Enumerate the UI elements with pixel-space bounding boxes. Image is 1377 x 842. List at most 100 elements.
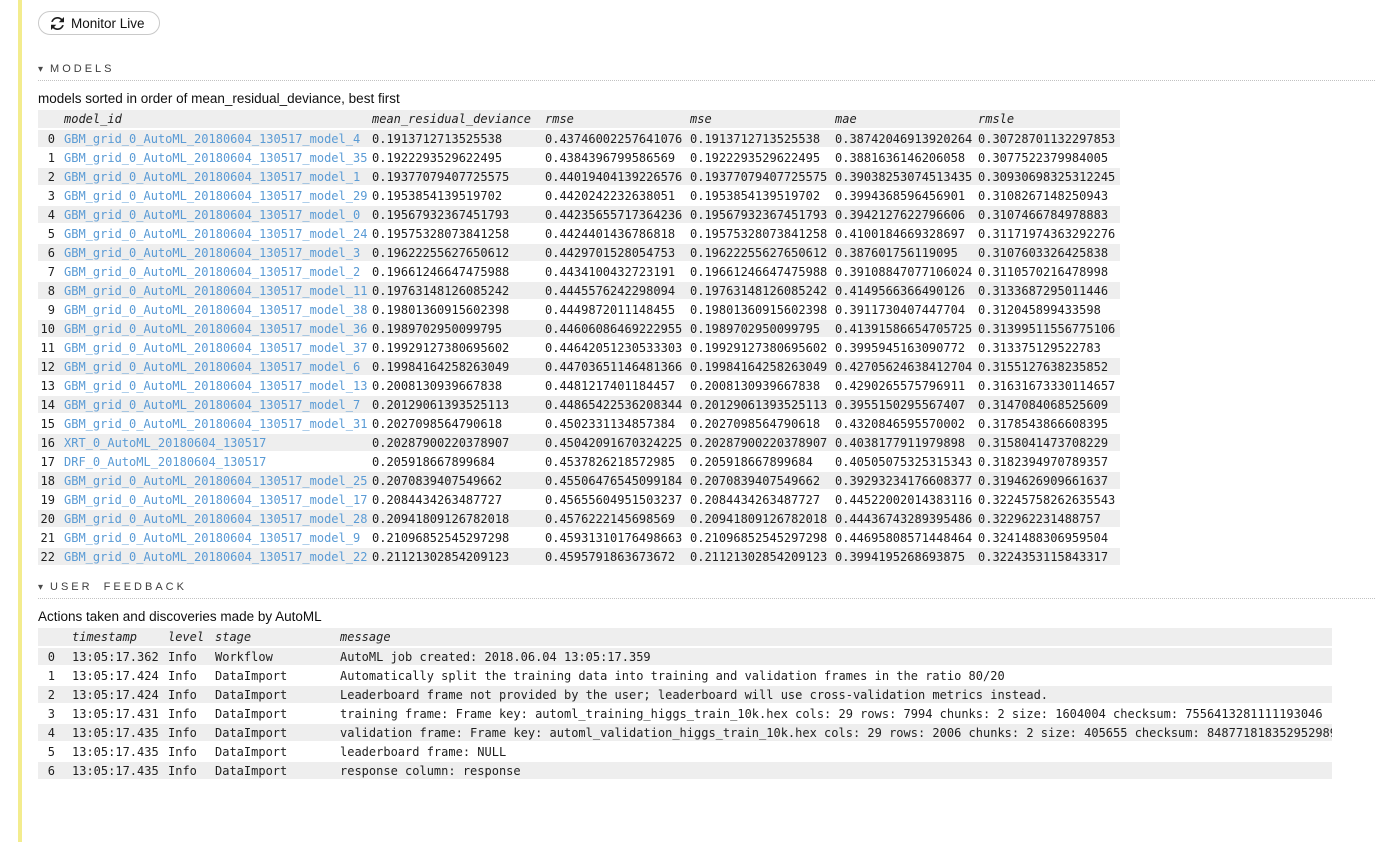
model-id-link[interactable]: GBM_grid_0_AutoML_20180604_130517_model_…: [64, 319, 372, 339]
row-index: 4: [38, 205, 64, 225]
mse-value: 0.1922293529622495: [690, 148, 835, 168]
mean-residual-deviance-value: 0.19984164258263049: [372, 357, 545, 377]
cell-highlight-bar: [18, 0, 22, 842]
model-id-link[interactable]: XRT_0_AutoML_20180604_130517: [64, 433, 372, 453]
timestamp-value: 13:05:17.435: [64, 761, 168, 781]
mse-value: 0.20287900220378907: [690, 433, 835, 453]
table-row: 5 GBM_grid_0_AutoML_20180604_130517_model…: [38, 224, 1120, 244]
mean-residual-deviance-value: 0.20129061393525113: [372, 395, 545, 415]
monitor-live-button[interactable]: Monitor Live: [38, 11, 160, 35]
row-index: 16: [38, 433, 64, 453]
rmsle-value: 0.30930698325312245: [978, 167, 1120, 187]
mae-value: 0.39293234176608377: [835, 471, 978, 491]
table-row: 13 GBM_grid_0_AutoML_20180604_130517_mode…: [38, 376, 1120, 396]
mse-value: 0.2008130939667838: [690, 376, 835, 396]
model-id-link[interactable]: GBM_grid_0_AutoML_20180604_130517_model_…: [64, 300, 372, 320]
mae-value: 0.4320846595570002: [835, 414, 978, 434]
table-row: 11 GBM_grid_0_AutoML_20180604_130517_mode…: [38, 338, 1120, 358]
table-row: 18 GBM_grid_0_AutoML_20180604_130517_mode…: [38, 471, 1120, 491]
models-section-title: MODELS: [50, 63, 115, 75]
rmsle-value: 0.3194626909661637: [978, 471, 1120, 491]
mse-value: 0.20941809126782018: [690, 509, 835, 529]
message-value: AutoML job created: 2018.06.04 13:05:17.…: [340, 647, 1332, 667]
model-id-link[interactable]: GBM_grid_0_AutoML_20180604_130517_model_…: [64, 205, 372, 225]
monitor-live-label: Monitor Live: [71, 15, 145, 31]
message-value: Leaderboard frame not provided by the us…: [340, 685, 1332, 705]
collapse-triangle-icon: ▾: [38, 63, 44, 75]
table-row: 15 GBM_grid_0_AutoML_20180604_130517_mode…: [38, 414, 1120, 434]
row-index: 19: [38, 490, 64, 510]
message-value: training frame: Frame key: automl_traini…: [340, 704, 1332, 724]
rmse-value: 0.4502331134857384: [545, 414, 690, 434]
row-index: 4: [38, 723, 64, 743]
mae-value: 0.3994368596456901: [835, 186, 978, 206]
stage-value: Workflow: [215, 647, 340, 667]
mean-residual-deviance-value: 0.20287900220378907: [372, 433, 545, 453]
flow-cell-content: Monitor Live ▾ MODELS models sorted in o…: [38, 0, 1375, 781]
model-id-link[interactable]: GBM_grid_0_AutoML_20180604_130517_model_…: [64, 338, 372, 358]
model-id-link[interactable]: GBM_grid_0_AutoML_20180604_130517_model_…: [64, 376, 372, 396]
table-row: 19 GBM_grid_0_AutoML_20180604_130517_mode…: [38, 490, 1120, 510]
models-leaderboard-table: model_id mean_residual_deviance rmse mse…: [38, 110, 1120, 567]
table-row: 14 GBM_grid_0_AutoML_20180604_130517_mode…: [38, 395, 1120, 415]
user-feedback-section-header[interactable]: ▾ USER FEEDBACK: [38, 581, 1375, 599]
model-id-link[interactable]: GBM_grid_0_AutoML_20180604_130517_model_…: [64, 224, 372, 244]
model-id-link[interactable]: GBM_grid_0_AutoML_20180604_130517_model_…: [64, 148, 372, 168]
mean-residual-deviance-value: 0.2008130939667838: [372, 376, 545, 396]
models-section-header[interactable]: ▾ MODELS: [38, 63, 1375, 81]
mean-residual-deviance-value: 0.19661246647475988: [372, 262, 545, 282]
table-row: 5 13:05:17.435 Info DataImport leaderboard f…: [38, 742, 1332, 762]
model-id-link[interactable]: GBM_grid_0_AutoML_20180604_130517_model_…: [64, 167, 372, 187]
rmsle-value: 0.31399511556775106: [978, 319, 1120, 339]
row-index: 10: [38, 319, 64, 339]
table-row: 17 DRF_0_AutoML_20180604_130517 0.20591866…: [38, 452, 1120, 472]
row-index: 12: [38, 357, 64, 377]
mse-value: 0.21121302854209123: [690, 547, 835, 567]
mse-value: 0.19929127380695602: [690, 338, 835, 358]
mae-value: 0.44436743289395486: [835, 509, 978, 529]
model-id-link[interactable]: GBM_grid_0_AutoML_20180604_130517_model_…: [64, 395, 372, 415]
model-id-link[interactable]: GBM_grid_0_AutoML_20180604_130517_model_…: [64, 414, 372, 434]
model-id-link[interactable]: GBM_grid_0_AutoML_20180604_130517_model_…: [64, 262, 372, 282]
mse-value: 0.2027098564790618: [690, 414, 835, 434]
rmsle-value: 0.3241488306959504: [978, 528, 1120, 548]
row-index: 22: [38, 547, 64, 567]
mae-value: 0.4290265575796911: [835, 376, 978, 396]
mse-value: 0.1913712713525538: [690, 129, 835, 149]
table-row: 3 13:05:17.431 Info DataImport training fram…: [38, 704, 1332, 724]
rmse-value: 0.4449872011148455: [545, 300, 690, 320]
row-index: 18: [38, 471, 64, 491]
model-id-link[interactable]: GBM_grid_0_AutoML_20180604_130517_model_…: [64, 357, 372, 377]
model-id-link[interactable]: GBM_grid_0_AutoML_20180604_130517_model_…: [64, 528, 372, 548]
table-row: 7 GBM_grid_0_AutoML_20180604_130517_model…: [38, 262, 1120, 282]
mse-value: 0.20129061393525113: [690, 395, 835, 415]
column-header-level: level: [168, 628, 215, 648]
table-row: 8 GBM_grid_0_AutoML_20180604_130517_model…: [38, 281, 1120, 301]
mean-residual-deviance-value: 0.1953854139519702: [372, 186, 545, 206]
row-index: 14: [38, 395, 64, 415]
rmsle-value: 0.3107603326425838: [978, 243, 1120, 263]
mean-residual-deviance-value: 0.19377079407725575: [372, 167, 545, 187]
model-id-link[interactable]: GBM_grid_0_AutoML_20180604_130517_model_…: [64, 471, 372, 491]
model-id-link[interactable]: GBM_grid_0_AutoML_20180604_130517_model_…: [64, 509, 372, 529]
timestamp-value: 13:05:17.424: [64, 666, 168, 686]
rmse-value: 0.43746002257641076: [545, 129, 690, 149]
mean-residual-deviance-value: 0.21096852545297298: [372, 528, 545, 548]
timestamp-value: 13:05:17.431: [64, 704, 168, 724]
level-value: Info: [168, 647, 215, 667]
column-header-rmse: rmse: [545, 110, 690, 130]
table-row: 1 GBM_grid_0_AutoML_20180604_130517_model…: [38, 148, 1120, 168]
column-header-mse: mse: [690, 110, 835, 130]
model-id-link[interactable]: GBM_grid_0_AutoML_20180604_130517_model_…: [64, 490, 372, 510]
mean-residual-deviance-value: 0.2027098564790618: [372, 414, 545, 434]
model-id-link[interactable]: GBM_grid_0_AutoML_20180604_130517_model_…: [64, 243, 372, 263]
model-id-link[interactable]: GBM_grid_0_AutoML_20180604_130517_model_…: [64, 547, 372, 567]
model-id-link[interactable]: GBM_grid_0_AutoML_20180604_130517_model_…: [64, 281, 372, 301]
mse-value: 0.1989702950099795: [690, 319, 835, 339]
row-index: 0: [38, 647, 64, 667]
model-id-link[interactable]: GBM_grid_0_AutoML_20180604_130517_model_…: [64, 186, 372, 206]
table-row: 4 GBM_grid_0_AutoML_20180604_130517_model…: [38, 205, 1120, 225]
model-id-link[interactable]: GBM_grid_0_AutoML_20180604_130517_model_…: [64, 129, 372, 149]
rmsle-value: 0.3178543866608395: [978, 414, 1120, 434]
model-id-link[interactable]: DRF_0_AutoML_20180604_130517: [64, 452, 372, 472]
